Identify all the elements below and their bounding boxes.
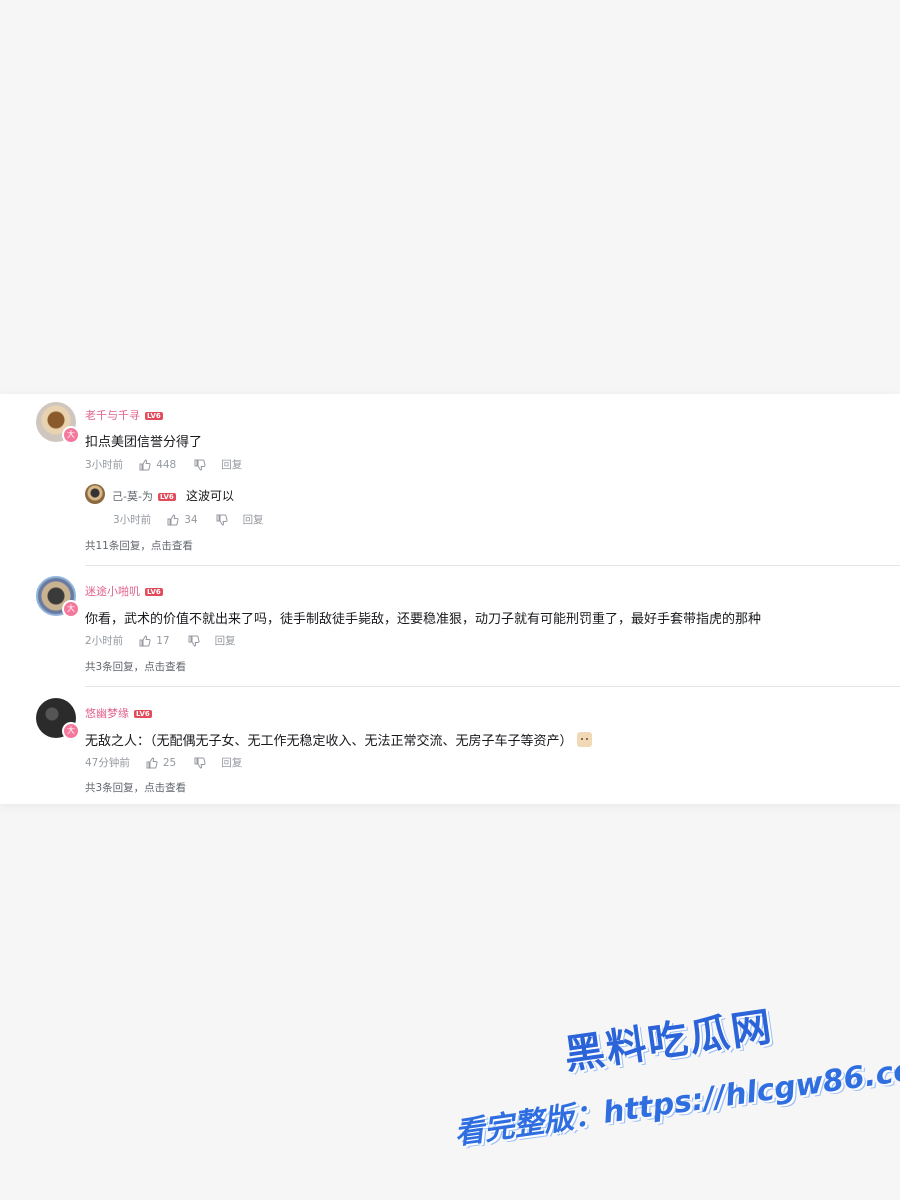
thumbs-up-icon[interactable]	[139, 634, 151, 647]
comment-time: 3小时前	[85, 459, 124, 471]
username-text[interactable]: 迷途小啪叽	[85, 585, 140, 598]
level-badge: LV6	[145, 588, 163, 596]
like-count: 25	[162, 756, 177, 769]
comment-time: 2小时前	[85, 635, 124, 647]
thumbs-down-icon[interactable]	[216, 514, 228, 526]
reply-username-text[interactable]: 己-莫-为	[112, 490, 153, 503]
reply-button[interactable]: 回复	[243, 512, 264, 527]
view-more-replies[interactable]: 共3条回复，点击查看	[85, 659, 186, 674]
thumbs-up-icon[interactable]	[146, 756, 158, 769]
level-badge: LV6	[145, 412, 163, 420]
reply-meta: 3小时前 34 回复	[113, 512, 264, 527]
comment-text: 你看，武术的价值不就出来了吗，徒手制敌徒手毙敌，还要稳准狠，动刀子就有可能刑罚重…	[85, 612, 762, 627]
reply-time: 3小时前	[113, 514, 152, 526]
reply-username[interactable]: 己-莫-为 LV6	[112, 488, 176, 504]
reply-like-count: 34	[184, 513, 198, 526]
watermark: 黑料吃瓜网 看完整版：https://hlcgw86.com	[440, 966, 900, 1188]
comment-text: 无敌之人：（无配偶无子女、无工作无稳定收入、无法正常交流、无房子车子等资产）	[85, 730, 592, 749]
thumbs-down-icon[interactable]	[194, 757, 206, 769]
comment-text-content: 无敌之人：（无配偶无子女、无工作无稳定收入、无法正常交流、无房子车子等资产）	[85, 734, 573, 749]
comment-meta: 3小时前 448 回复	[85, 457, 242, 472]
thumbs-up-icon[interactable]	[167, 513, 179, 526]
level-badge: LV6	[134, 710, 152, 718]
comment-meta: 47分钟前 25 回复	[85, 755, 242, 770]
reply-button[interactable]: 回复	[215, 633, 236, 648]
level-badge: LV6	[157, 493, 176, 501]
view-more-replies[interactable]: 共3条回复，点击查看	[85, 780, 186, 795]
comment-meta: 2小时前 17 回复	[85, 633, 236, 648]
reply-button[interactable]: 回复	[221, 457, 242, 472]
comment-username[interactable]: 老千与千寻 LV6	[85, 407, 163, 423]
divider	[85, 686, 900, 687]
thumbs-down-icon[interactable]	[194, 459, 206, 471]
comment-time: 47分钟前	[85, 757, 130, 769]
divider	[85, 565, 900, 566]
username-text[interactable]: 悠幽梦缘	[85, 707, 129, 720]
username-text[interactable]: 老千与千寻	[85, 409, 140, 422]
vip-badge-icon: 大	[62, 722, 80, 740]
thumbs-up-icon[interactable]	[139, 458, 151, 471]
comment-username[interactable]: 迷途小啪叽 LV6	[85, 583, 163, 599]
doge-emoji-icon	[576, 732, 592, 747]
view-more-replies[interactable]: 共11条回复，点击查看	[85, 538, 193, 553]
reply-avatar[interactable]	[85, 484, 105, 504]
thumbs-down-icon[interactable]	[188, 635, 200, 647]
reply-text: 这波可以	[186, 489, 235, 503]
comment-panel: 大 老千与千寻 LV6 扣点美团信誉分得了 3小时前 448 回复 己-莫-为 LV…	[0, 394, 900, 804]
vip-badge-icon: 大	[62, 600, 80, 618]
comment-username[interactable]: 悠幽梦缘 LV6	[85, 705, 152, 721]
comment-text: 扣点美团信誉分得了	[85, 435, 203, 450]
reply-button[interactable]: 回复	[221, 755, 242, 770]
vip-badge-icon: 大	[62, 426, 80, 444]
like-count: 448	[156, 458, 177, 471]
like-count: 17	[156, 634, 170, 647]
